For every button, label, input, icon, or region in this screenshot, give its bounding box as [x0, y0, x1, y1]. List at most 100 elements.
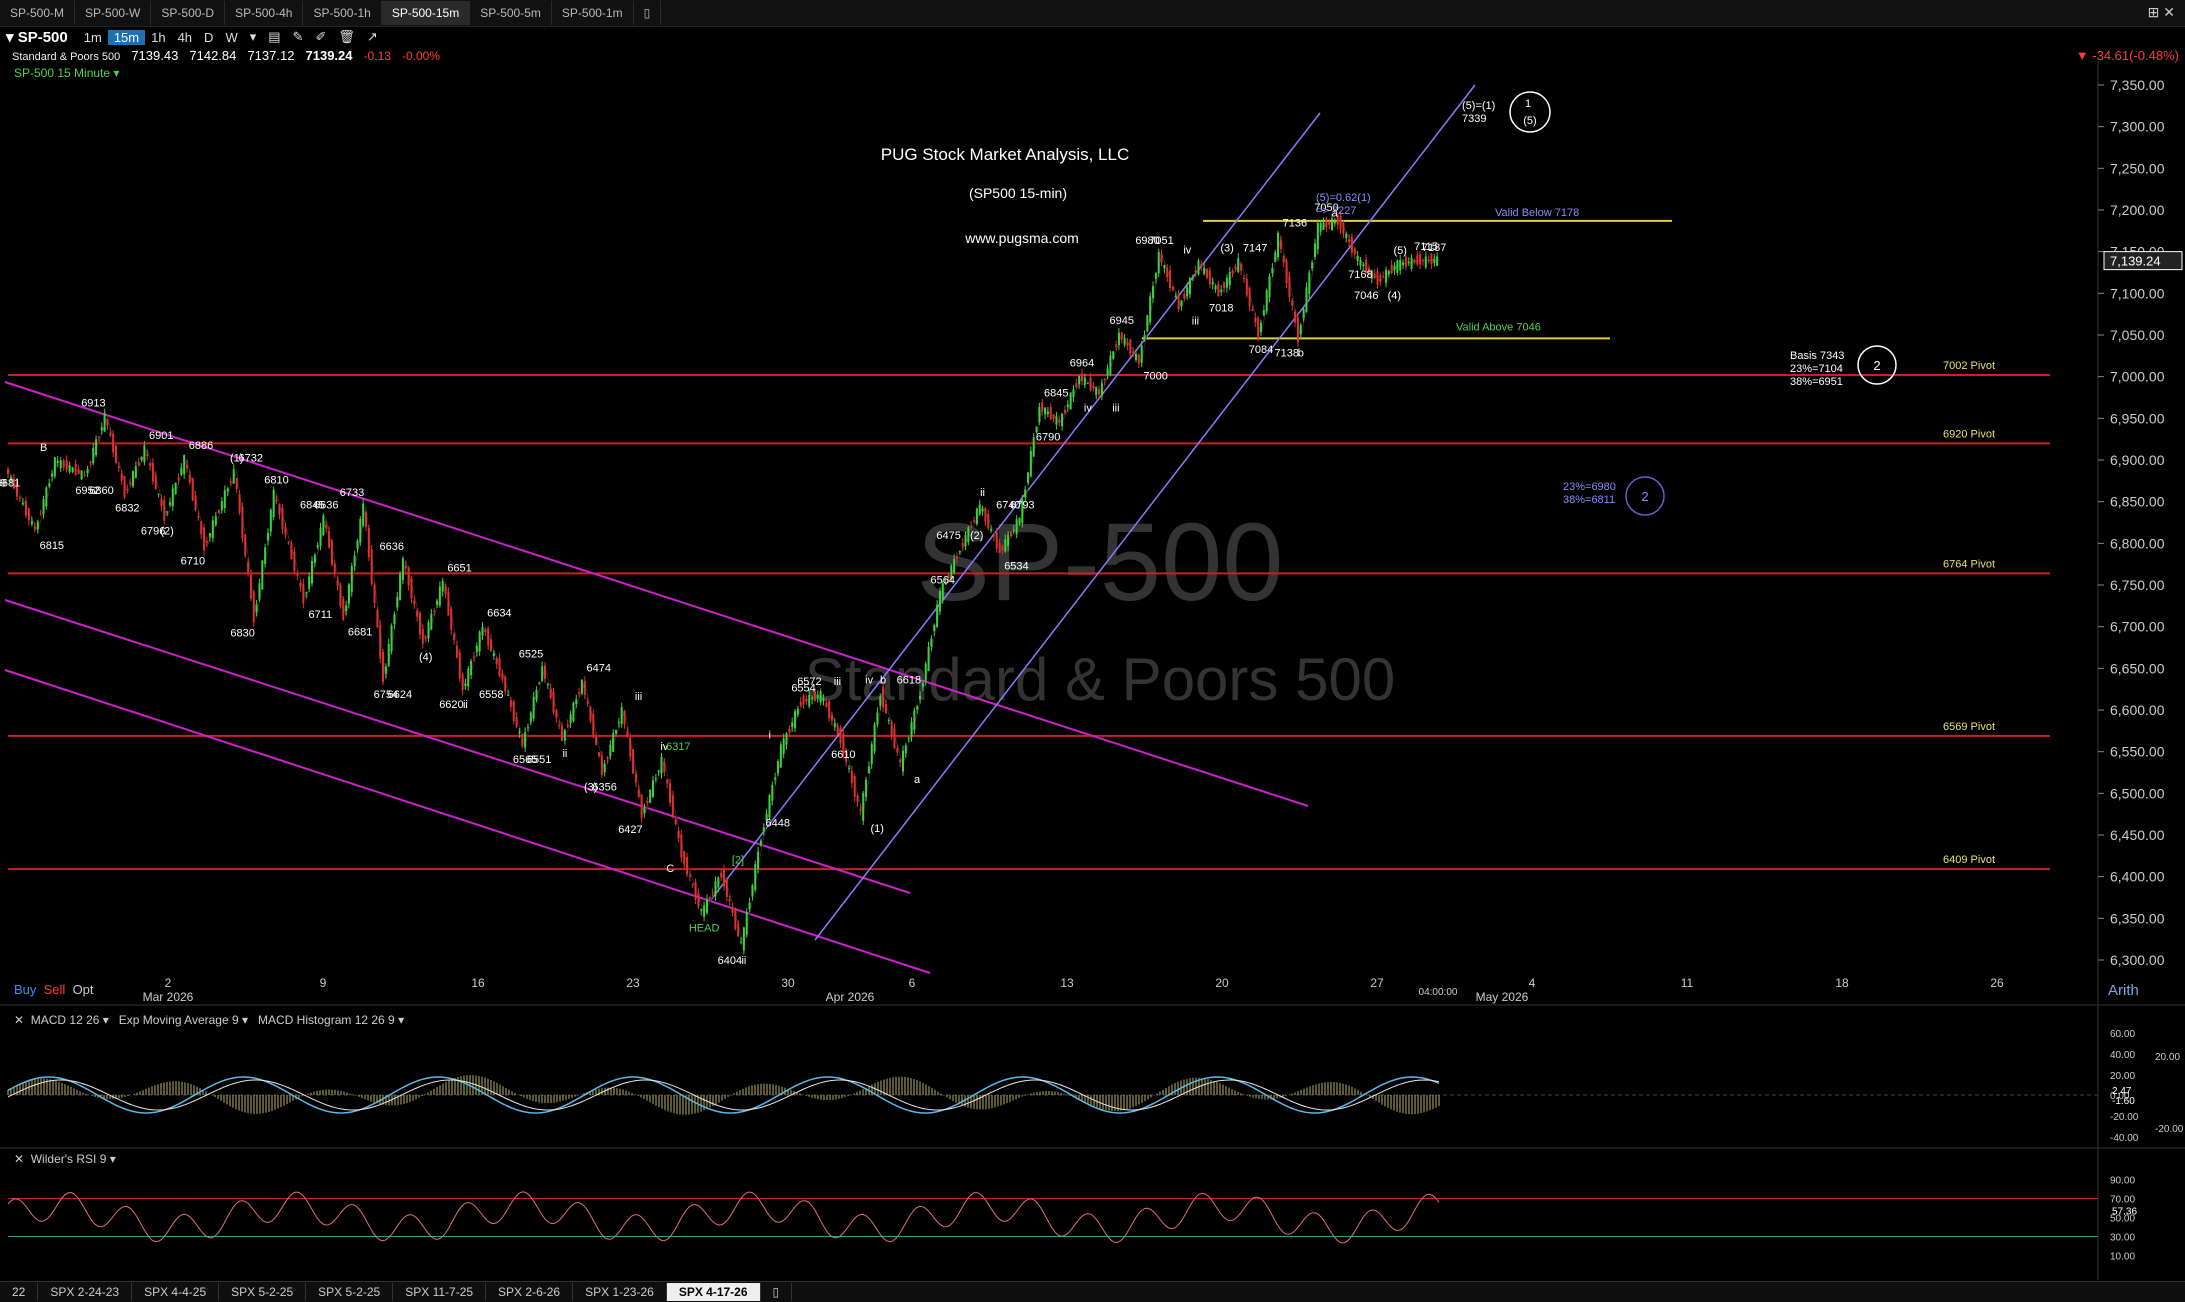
- candle-body: [825, 702, 828, 707]
- candle-body: [953, 559, 956, 573]
- sell-button[interactable]: Sell: [44, 982, 66, 997]
- wave-label: iv: [1084, 402, 1092, 414]
- candle-body: [1404, 256, 1407, 267]
- candle-body: [776, 761, 779, 774]
- candle-body: [362, 503, 365, 526]
- candle-body: [563, 730, 566, 741]
- candle-body: [1376, 271, 1379, 285]
- wave-label: HEAD: [689, 922, 720, 934]
- candle-body: [830, 714, 833, 721]
- candle-body: [615, 729, 618, 734]
- candle-body: [211, 520, 214, 539]
- date-tick-label: 23: [626, 976, 640, 990]
- wave-circle-label: (5): [1523, 115, 1536, 127]
- candle-body: [1234, 266, 1237, 269]
- target-38b: 38%=6811: [1563, 494, 1615, 506]
- layout-tab-active[interactable]: SPX 4-17-26: [666, 1283, 761, 1301]
- candle-body: [1291, 300, 1294, 306]
- candle-body: [657, 770, 660, 772]
- wave-label: 6790: [1036, 432, 1060, 444]
- buy-button[interactable]: Buy: [14, 982, 36, 997]
- date-tick-label: 27: [1370, 976, 1384, 990]
- candle-body: [114, 445, 117, 463]
- new-layout-icon[interactable]: ▯: [761, 1283, 793, 1301]
- candle-body: [512, 701, 515, 722]
- candle-body: [748, 902, 751, 909]
- candle-body: [1098, 389, 1101, 395]
- layout-tab[interactable]: 22: [0, 1283, 39, 1301]
- candle-body: [1166, 267, 1169, 278]
- price-tick-label: 7,200.00: [2110, 202, 2165, 218]
- candle-body: [705, 898, 708, 913]
- candle-body: [782, 738, 785, 754]
- candle-body: [1154, 273, 1157, 279]
- candle-body: [208, 533, 211, 537]
- candle-body: [1024, 489, 1027, 498]
- scale-mode[interactable]: Arith: [2108, 982, 2139, 999]
- wave-label: 7147: [1243, 243, 1267, 255]
- candle-body: [154, 475, 157, 490]
- candle-body: [1350, 236, 1353, 253]
- candle-body: [612, 733, 615, 752]
- candle-body: [1345, 233, 1348, 239]
- candle-body: [1211, 282, 1214, 285]
- candle-body: [302, 583, 305, 604]
- candle-body: [1049, 407, 1052, 420]
- wave-label: 6624: [388, 689, 412, 701]
- opt-button[interactable]: Opt: [73, 982, 94, 997]
- candle-body: [275, 499, 278, 501]
- layout-tab[interactable]: SPX 1-23-26: [573, 1283, 667, 1301]
- layout-tab[interactable]: SPX 4-4-25: [132, 1283, 220, 1301]
- candle-body: [1294, 311, 1297, 323]
- candle-body: [762, 827, 765, 832]
- candle-body: [1143, 334, 1146, 340]
- layout-tab[interactable]: SPX 2-6-26: [486, 1283, 574, 1301]
- candle-body: [322, 515, 325, 535]
- layout-tab[interactable]: SPX 2-24-23: [38, 1283, 133, 1301]
- candle-body: [232, 469, 235, 484]
- wave-label: a: [914, 774, 921, 786]
- candle-body: [1066, 404, 1069, 408]
- candle-body: [7, 469, 9, 475]
- price-chart[interactable]: SP-500Standard & Poors 5007002 Pivot6920…: [0, 0, 2185, 1281]
- candle-body: [518, 731, 521, 734]
- wave-label: ii: [463, 699, 468, 711]
- candle-body: [347, 584, 350, 604]
- candle-body: [973, 520, 976, 522]
- wave-label: 6448: [766, 818, 790, 830]
- candle-body: [1430, 253, 1433, 265]
- layout-tab[interactable]: SPX 5-2-25: [219, 1283, 307, 1301]
- rsi-label: Wilder's RSI 9: [30, 1152, 107, 1166]
- candle-body: [1206, 269, 1209, 278]
- candle-body: [1092, 386, 1095, 389]
- candle-body: [688, 875, 691, 877]
- candle-body: [890, 721, 893, 736]
- candle-body: [220, 501, 223, 511]
- candle-body: [27, 508, 30, 521]
- layout-tab[interactable]: SPX 5-2-25: [306, 1283, 394, 1301]
- rsi-tick: 70.00: [2110, 1195, 2135, 1206]
- candle-body: [1359, 259, 1362, 266]
- candle-body: [24, 500, 27, 516]
- wave-label: 7084: [1249, 344, 1273, 356]
- candle-body: [1251, 308, 1254, 311]
- candle-body: [867, 766, 870, 774]
- rsi-title[interactable]: ✕ Wilder's RSI 9 ▾: [14, 1152, 116, 1166]
- candle-body: [771, 785, 774, 801]
- wave-label: 6886: [189, 440, 213, 452]
- layout-tab[interactable]: SPX 11-7-25: [393, 1283, 487, 1301]
- candle-body: [643, 808, 646, 814]
- ema-label: Exp Moving Average 9: [118, 1013, 239, 1027]
- wave-label: 6681: [0, 477, 20, 489]
- macd-title[interactable]: ✕ MACD 12 26 ▾ Exp Moving Average 9 ▾ MA…: [14, 1013, 404, 1027]
- candle-body: [1052, 414, 1055, 419]
- price-tick-label: 6,900.00: [2110, 452, 2165, 468]
- candle-body: [541, 666, 544, 681]
- wave-label: (2): [970, 530, 983, 542]
- macd-right-tick: -20.00: [2155, 1124, 2184, 1135]
- candle-body: [1379, 274, 1382, 283]
- uptrend-channel-line: [814, 84, 1476, 941]
- candle-body: [382, 651, 385, 682]
- candle-body: [637, 789, 640, 798]
- candle-body: [1348, 239, 1351, 243]
